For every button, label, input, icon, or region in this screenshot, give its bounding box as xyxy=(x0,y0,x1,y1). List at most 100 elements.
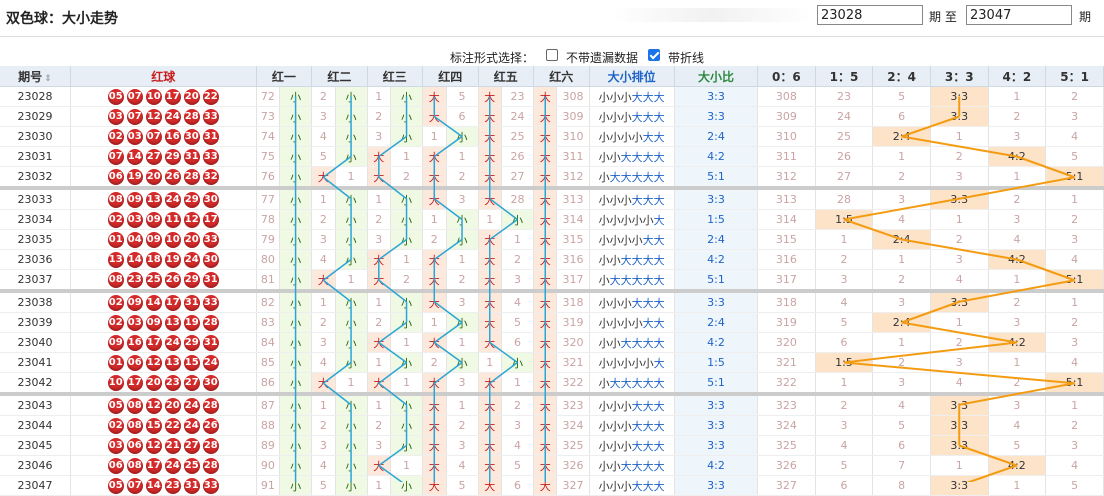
ratio-omit: 5 xyxy=(815,455,874,476)
red-ball: 17 xyxy=(145,334,162,351)
issue-cell: 23035 xyxy=(0,229,71,250)
small-marker: 小 xyxy=(335,209,368,230)
no-omit-label[interactable]: 不带遗漏数据 xyxy=(566,49,638,66)
from-issue-input[interactable] xyxy=(817,5,923,25)
balls-cell: 02 09 14 17 31 33 xyxy=(70,289,257,313)
issue-cell: 23041 xyxy=(0,352,71,373)
red-ball: 01 xyxy=(107,231,124,248)
table-row: 23039 02 03 09 13 19 28 83 小 2 小 2 小 1 小大 5 大 319 小小小小大大 2:… xyxy=(0,312,1104,333)
ratio-omit: 3 xyxy=(1045,332,1104,353)
ratio-omit: 310 xyxy=(757,126,816,147)
omit-count: 4 xyxy=(501,435,535,456)
red-ball: 03 xyxy=(126,128,143,145)
page-title: 双色球：大小走势 xyxy=(6,11,118,27)
issue-cell: 23043 xyxy=(0,392,71,416)
size-order-cell: 小小大大大大 xyxy=(589,455,675,476)
table-row: 23028 05 07 10 17 20 22 72 小 2 小 1 小大 5 大 23 大 308 小小小大大大 3… xyxy=(0,86,1104,107)
omit-count: 91 xyxy=(256,475,281,496)
small-marker: 小 xyxy=(279,86,313,107)
big-marker: 大 xyxy=(533,209,558,230)
column-header[interactable]: 期号 ⇕ xyxy=(0,66,71,87)
omit-count: 316 xyxy=(556,249,590,270)
small-marker: 小 xyxy=(279,475,313,496)
small-marker: 小 xyxy=(335,289,368,313)
size-order-cell: 小小大大大大 xyxy=(589,146,675,167)
red-ball: 17 xyxy=(202,211,219,228)
ratio-omit: 308 xyxy=(757,86,816,107)
red-ball: 23 xyxy=(126,271,143,288)
ratio-omit: 3 xyxy=(930,249,989,270)
omit-count: 1 xyxy=(422,312,447,333)
ratio-hit: 5:1 xyxy=(1045,269,1104,292)
ratio-omit: 2 xyxy=(1045,312,1104,333)
omit-count: 2 xyxy=(501,249,535,270)
omit-count: 25 xyxy=(501,126,535,147)
sort-arrows-icon[interactable]: ⇕ xyxy=(44,74,52,84)
omit-count: 3 xyxy=(501,415,535,436)
ratio-omit: 26 xyxy=(815,146,874,167)
size-order-cell: 小小小大大大 xyxy=(589,475,675,496)
ratio-omit: 6 xyxy=(872,435,931,456)
ratio-omit: 3 xyxy=(988,209,1047,230)
big-marker: 大 xyxy=(478,312,503,333)
balls-cell: 02 03 09 11 12 17 xyxy=(70,209,257,230)
issue-cell: 23033 xyxy=(0,186,71,210)
no-omit-checkbox[interactable] xyxy=(546,49,558,61)
polyline-checkbox[interactable] xyxy=(648,49,660,61)
big-marker: 大 xyxy=(533,312,558,333)
omit-count: 5 xyxy=(446,86,479,107)
options-label: 标注形式选择： xyxy=(450,51,535,65)
omit-count: 1 xyxy=(390,332,424,353)
issue-cell: 23036 xyxy=(0,249,71,270)
small-marker: 小 xyxy=(279,455,313,476)
big-marker: 大 xyxy=(422,435,447,456)
red-ball: 14 xyxy=(145,477,162,494)
ratio-omit: 1 xyxy=(1045,289,1104,313)
small-marker: 小 xyxy=(446,312,479,333)
table-row: 23030 02 03 07 16 30 31 74 小 4 小 3 小 1 小大 25 大 310 小小小小大大 2… xyxy=(0,126,1104,147)
small-marker: 小 xyxy=(335,86,368,107)
ratio-omit: 1 xyxy=(988,86,1047,107)
omit-count: 1 xyxy=(446,249,479,270)
red-ball: 24 xyxy=(183,417,200,434)
big-marker: 大 xyxy=(533,415,558,436)
ratio-omit: 3 xyxy=(930,166,989,189)
balls-cell: 05 07 14 23 31 33 xyxy=(70,475,257,496)
big-marker: 大 xyxy=(422,249,447,270)
red-ball: 31 xyxy=(183,148,200,165)
omit-count: 76 xyxy=(256,166,281,189)
ratio-omit: 6 xyxy=(872,106,931,127)
small-marker: 小 xyxy=(390,415,424,436)
omit-count: 1 xyxy=(478,209,503,230)
red-ball: 33 xyxy=(202,148,219,165)
red-ball: 07 xyxy=(107,148,124,165)
table-row: 23042 10 17 20 23 27 30 86 小大 1 大 1 大 3 大 1 大 322 小大大大大大 5:… xyxy=(0,372,1104,395)
red-ball: 03 xyxy=(126,314,143,331)
issue-cell: 23044 xyxy=(0,415,71,436)
ratio-omit: 3 xyxy=(930,352,989,373)
omit-count: 1 xyxy=(311,289,336,313)
red-ball: 26 xyxy=(202,417,219,434)
big-marker: 大 xyxy=(422,289,447,313)
red-ball: 12 xyxy=(145,108,162,125)
small-marker: 小 xyxy=(279,186,313,210)
omit-count: 90 xyxy=(256,455,281,476)
omit-count: 4 xyxy=(501,289,535,313)
red-ball: 10 xyxy=(145,88,162,105)
column-header: 1：5 xyxy=(815,66,874,87)
red-ball: 02 xyxy=(107,294,124,311)
ratio-omit: 324 xyxy=(757,415,816,436)
omit-count: 2 xyxy=(422,229,447,250)
big-marker: 大 xyxy=(422,106,447,127)
omit-count: 85 xyxy=(256,352,281,373)
big-marker: 大 xyxy=(478,455,503,476)
omit-count: 86 xyxy=(256,372,281,395)
red-ball: 26 xyxy=(164,168,181,185)
balls-cell: 01 06 12 13 15 24 xyxy=(70,352,257,373)
ratio-omit: 27 xyxy=(815,166,874,189)
column-header: 5：1 xyxy=(1045,66,1104,87)
polyline-label[interactable]: 带折线 xyxy=(668,49,704,66)
big-marker: 大 xyxy=(533,249,558,270)
column-header-label: 红一 xyxy=(271,69,296,84)
to-issue-input[interactable] xyxy=(966,5,1072,25)
